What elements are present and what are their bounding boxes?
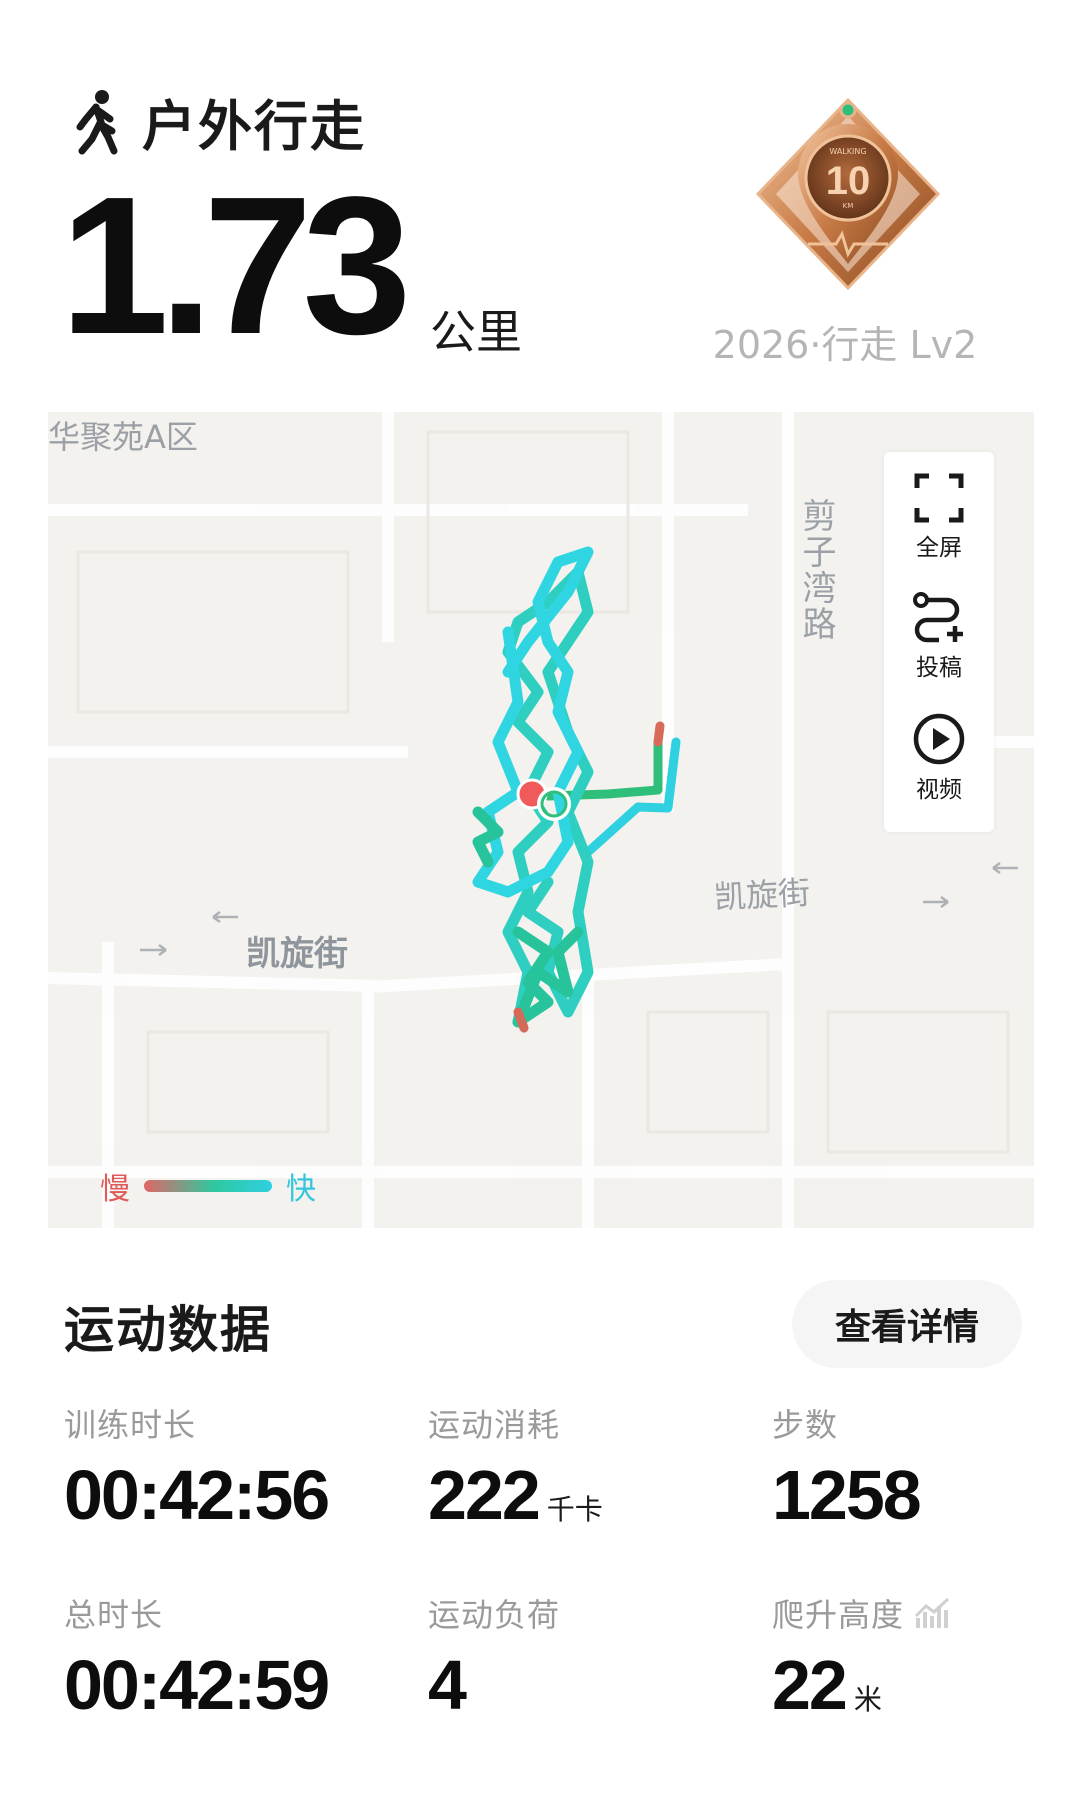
- distance-value: 1.73: [60, 156, 411, 375]
- play-circle-icon: [913, 713, 965, 765]
- stat-elevation-gain[interactable]: 爬升高度 22 米: [772, 1590, 954, 1720]
- submit-label: 投稿: [916, 655, 962, 681]
- fullscreen-label: 全屏: [916, 535, 962, 561]
- map-label-road: 剪子湾路: [796, 498, 836, 642]
- activity-header: 户外行走: [72, 82, 366, 161]
- stat-total-duration: 总时长 00:42:59: [64, 1590, 330, 1724]
- stat-value: 00:42:59: [64, 1646, 330, 1724]
- badge-caption: 2026·行走 Lv2: [712, 323, 978, 367]
- map-label-street-right: 凯旋街: [713, 873, 812, 917]
- stat-training-load: 运动负荷 4: [428, 1590, 560, 1720]
- stat-unit: 千卡: [546, 1493, 603, 1526]
- stat-value: 4: [428, 1646, 467, 1724]
- stat-label: 运动消耗: [428, 1406, 561, 1444]
- stat-label: 步数: [772, 1406, 839, 1444]
- activity-type: 户外行走: [142, 95, 366, 158]
- legend-fast: 快: [286, 1172, 316, 1207]
- fullscreen-icon: [914, 473, 964, 523]
- medal-number: 10: [826, 159, 871, 203]
- stat-label: 训练时长: [64, 1406, 197, 1444]
- walking-medal-icon[interactable]: WALKING 10 KM: [748, 94, 948, 294]
- legend-slow: 慢: [100, 1172, 130, 1207]
- fullscreen-button[interactable]: 全屏: [884, 472, 994, 562]
- view-details-button[interactable]: 查看详情: [792, 1280, 1022, 1368]
- legend-gradient-bar: [144, 1180, 272, 1192]
- medal-unit: KM: [843, 202, 854, 210]
- medal-top-text: WALKING: [829, 147, 866, 156]
- distance-unit: 公里: [430, 305, 522, 359]
- route-map[interactable]: 华聚苑A区 剪子湾路 凯旋街 凯旋街 全屏 投稿 视频 慢 快: [48, 412, 1034, 1228]
- stat-label: 总时长: [64, 1596, 164, 1634]
- stat-label: 爬升高度: [772, 1596, 905, 1634]
- route-track: [472, 546, 681, 1033]
- video-button[interactable]: 视频: [884, 712, 994, 804]
- stat-label: 运动负荷: [428, 1596, 561, 1634]
- stat-unit: 米: [853, 1683, 882, 1716]
- walking-person-icon: [76, 89, 118, 154]
- stat-value: 1258: [772, 1456, 922, 1534]
- submit-button[interactable]: 投稿: [884, 592, 994, 682]
- stat-training-duration: 训练时长 00:42:56: [64, 1400, 330, 1534]
- stat-value: 222: [428, 1456, 541, 1534]
- stat-calories: 运动消耗 222 千卡: [428, 1400, 603, 1530]
- section-title: 运动数据: [64, 1301, 272, 1359]
- stat-steps: 步数 1258: [772, 1400, 922, 1534]
- stat-value: 22: [772, 1646, 848, 1724]
- stat-value: 00:42:56: [64, 1456, 330, 1534]
- map-toolbar: 全屏 投稿 视频: [884, 452, 994, 832]
- route-add-icon: [913, 592, 963, 643]
- video-label: 视频: [916, 777, 962, 803]
- map-label-street-left: 凯旋街: [246, 934, 348, 974]
- elevation-chart-icon: [914, 1597, 950, 1628]
- speed-legend: 慢 快: [100, 1164, 316, 1208]
- map-label-area: 华聚苑A区: [48, 418, 198, 456]
